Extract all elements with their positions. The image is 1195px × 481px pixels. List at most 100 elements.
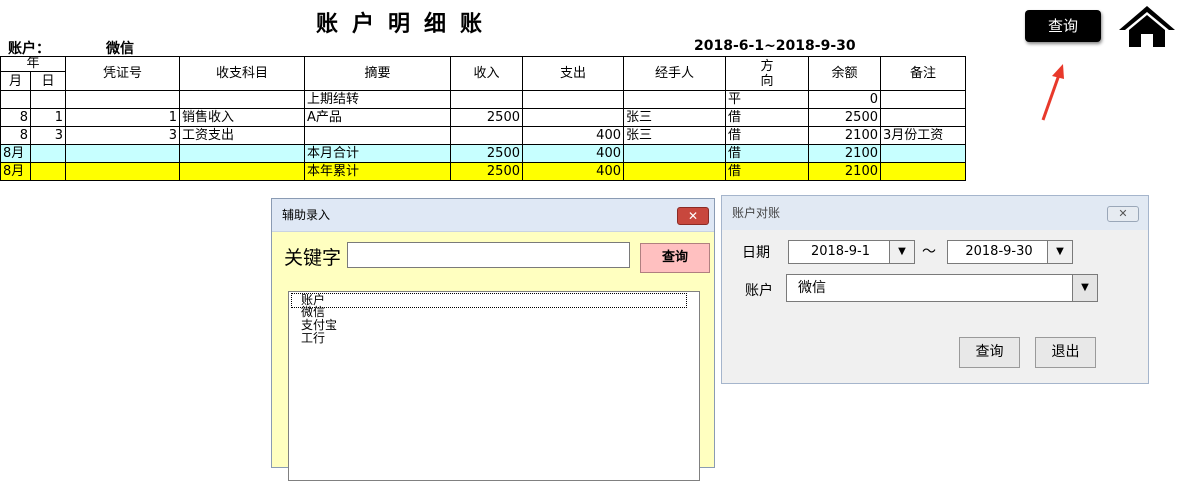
- year-total-row: 8月 本年累计 2500 400 借 2100: [0, 162, 966, 181]
- date-from-value: 2018-9-1: [810, 244, 870, 259]
- dialog-titlebar: 辅助录入 ✕: [272, 199, 714, 232]
- date-to-value: 2018-9-30: [965, 244, 1033, 259]
- account-select[interactable]: 微信 ▼: [786, 274, 1098, 302]
- table-row: 8 1 1 销售收入 A产品 2500 张三 借 2500: [0, 108, 966, 127]
- cell-month: 8: [0, 126, 31, 145]
- account-label: 账户：: [8, 41, 50, 57]
- header-note: 备注: [880, 56, 966, 91]
- header-month: 月: [0, 71, 31, 91]
- query-button[interactable]: 查询: [1025, 10, 1101, 42]
- cell-expense: [522, 90, 624, 109]
- cell-income: 2500: [450, 108, 523, 127]
- cell-expense: 400: [522, 162, 624, 181]
- dialog-title: 辅助录入: [282, 208, 331, 222]
- cell-balance: 2500: [808, 108, 881, 127]
- cell-balance: 0: [808, 90, 881, 109]
- candidate-list[interactable]: 账户 微信 支付宝 工行: [288, 291, 700, 481]
- header-summary: 摘要: [304, 56, 451, 91]
- cell-subject: [179, 90, 305, 109]
- date-range: 2018-6-1~2018-9-30: [694, 38, 856, 54]
- keyword-input[interactable]: [347, 242, 630, 268]
- cell-summary: 本月合计: [304, 144, 451, 163]
- cell-expense: [522, 108, 624, 127]
- date-label: 日期: [742, 245, 770, 261]
- table-row: 上期结转 平 0: [0, 90, 966, 109]
- header-subject: 收支科目: [179, 56, 305, 91]
- account-value: 微信: [798, 280, 826, 296]
- chevron-down-icon[interactable]: ▼: [1047, 241, 1072, 263]
- header-income: 收入: [450, 56, 523, 91]
- cell-subject: 销售收入: [179, 108, 305, 127]
- account-reconcile-dialog: 账户对账 ✕ 日期 2018-9-1 ▼ ～ 2018-9-30 ▼ 账户 微信…: [721, 195, 1149, 384]
- cell-summary: [304, 126, 451, 145]
- tilde-separator: ～: [922, 244, 936, 260]
- account-name: 微信: [106, 41, 134, 57]
- chevron-down-icon[interactable]: ▼: [1072, 275, 1097, 301]
- cell-note: [880, 108, 966, 127]
- cell-expense: 400: [522, 126, 624, 145]
- cell-voucher: 1: [65, 108, 180, 127]
- cell-month: 8: [0, 108, 31, 127]
- cell-note: 3月份工资: [880, 126, 966, 145]
- cell-direction: 借: [725, 144, 809, 163]
- dialog-title: 账户对账: [732, 206, 781, 220]
- cell-voucher: [65, 90, 180, 109]
- header-day: 日: [30, 71, 66, 91]
- arrow-icon: [1041, 64, 1064, 121]
- cell-summary: 上期结转: [304, 90, 451, 109]
- cell-note: [880, 90, 966, 109]
- cell-day: 3: [30, 126, 66, 145]
- header-direction: 方向: [725, 56, 809, 91]
- ledger-table: 年 凭证号 收支科目 摘要 收入 支出 经手人 方向 余额 备注 月 日 上期结…: [0, 56, 966, 181]
- cell-handler: 张三: [623, 126, 726, 145]
- close-button[interactable]: ✕: [677, 207, 709, 225]
- cell-month: 8月: [0, 162, 31, 181]
- cell-month: 8月: [0, 144, 31, 163]
- date-from-select[interactable]: 2018-9-1 ▼: [788, 240, 915, 264]
- account-label: 账户: [745, 283, 773, 299]
- query-button[interactable]: 查询: [959, 337, 1020, 368]
- header-balance: 余额: [808, 56, 881, 91]
- header-voucher: 凭证号: [65, 56, 180, 91]
- dialog-titlebar: 账户对账 ✕: [722, 196, 1148, 230]
- month-total-row: 8月 本月合计 2500 400 借 2100: [0, 144, 966, 163]
- exit-button[interactable]: 退出: [1035, 337, 1096, 368]
- header-expense: 支出: [522, 56, 624, 91]
- cell-voucher: 3: [65, 126, 180, 145]
- cell-expense: 400: [522, 144, 624, 163]
- cell-direction: 借: [725, 162, 809, 181]
- chevron-down-icon[interactable]: ▼: [889, 241, 914, 263]
- cell-balance: 2100: [808, 126, 881, 145]
- cell-day: 1: [30, 108, 66, 127]
- cell-balance: 2100: [808, 162, 881, 181]
- cell-income: [450, 126, 523, 145]
- assist-entry-dialog: 辅助录入 ✕ 关键字 查询 账户 微信 支付宝 工行: [271, 198, 715, 481]
- cell-direction: 借: [725, 108, 809, 127]
- table-row: 8 3 3 工资支出 400 张三 借 2100 3月份工资: [0, 126, 966, 145]
- cell-summary: 本年累计: [304, 162, 451, 181]
- keyword-query-button[interactable]: 查询: [640, 243, 710, 273]
- list-item[interactable]: 工行: [301, 332, 325, 345]
- header-handler: 经手人: [623, 56, 726, 91]
- cell-direction: 平: [725, 90, 809, 109]
- header-year: 年: [0, 56, 66, 72]
- cell-day: [30, 90, 66, 109]
- header-direction-1: 方: [760, 58, 774, 74]
- cell-balance: 2100: [808, 144, 881, 163]
- cell-income: [450, 90, 523, 109]
- cell-handler: [623, 90, 726, 109]
- cell-income: 2500: [450, 162, 523, 181]
- cell-handler: 张三: [623, 108, 726, 127]
- home-icon[interactable]: [1117, 4, 1177, 48]
- cell-direction: 借: [725, 126, 809, 145]
- list-item[interactable]: 账户: [291, 293, 687, 308]
- page-title: 账户明细账: [316, 12, 497, 37]
- header-direction-2: 向: [760, 73, 774, 89]
- cell-subject: 工资支出: [179, 126, 305, 145]
- cell-summary: A产品: [304, 108, 451, 127]
- date-to-select[interactable]: 2018-9-30 ▼: [947, 240, 1073, 264]
- cell-month: [0, 90, 31, 109]
- cell-income: 2500: [450, 144, 523, 163]
- keyword-label: 关键字: [284, 247, 342, 269]
- close-button[interactable]: ✕: [1107, 206, 1139, 222]
